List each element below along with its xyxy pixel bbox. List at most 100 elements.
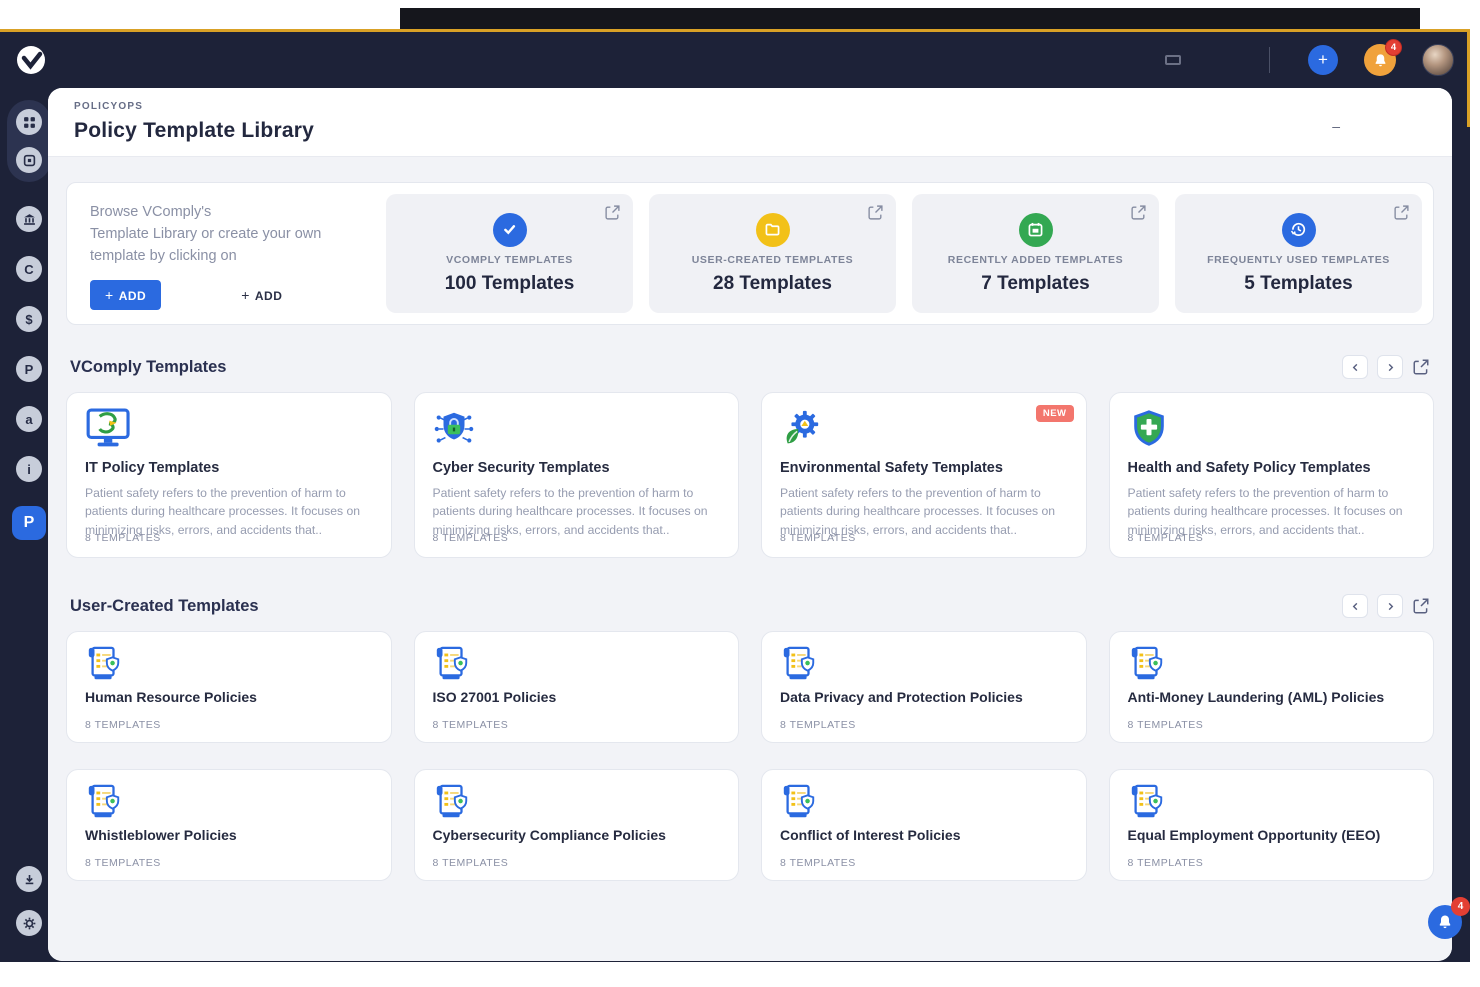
stat-card-vcomply-templates[interactable]: VCOMPLY TEMPLATES 100 Templates <box>386 194 633 313</box>
page-title: Policy Template Library <box>74 119 314 142</box>
stat-count: 100 Templates <box>444 272 575 294</box>
external-link-icon[interactable] <box>604 204 621 221</box>
add-template-secondary-button[interactable]: + ADD <box>241 287 282 303</box>
template-card-cyber-security[interactable]: Cyber Security Templates Patient safety … <box>413 392 739 558</box>
policy-document-icon <box>780 783 1068 821</box>
vcomply-section-header: VComply Templates <box>70 355 1430 379</box>
template-count: 8 TEMPLATES <box>1127 532 1204 544</box>
template-title: IT Policy Templates <box>85 460 220 476</box>
policyops-active-icon[interactable]: P <box>12 506 46 540</box>
stat-card-frequently-used-templates[interactable]: FREQUENTLY USED TEMPLATES 5 Templates <box>1175 194 1422 313</box>
stat-label: RECENTLY ADDED TEMPLATES <box>947 253 1124 266</box>
template-description: Patient safety refers to the prevention … <box>432 486 708 537</box>
template-count: 8 TEMPLATES <box>1127 857 1204 869</box>
stat-card-recently-added-templates[interactable]: RECENTLY ADDED TEMPLATES 7 Templates <box>912 194 1159 313</box>
download-icon[interactable] <box>16 866 42 892</box>
scroll-left-button[interactable] <box>1342 355 1368 379</box>
external-link-icon[interactable] <box>1130 204 1147 221</box>
intro-banner: Browse VComply's Template Library or cre… <box>66 182 1434 325</box>
page-header: POLICYOPS Policy Template Library – <box>48 88 1452 157</box>
page: + 4 C $ P a i P POLICYOPS Policy Templat… <box>0 0 1480 987</box>
health-shield-cross-icon <box>1128 408 1416 450</box>
sidebar-module-switcher <box>7 100 51 182</box>
template-count: 8 TEMPLATES <box>85 532 161 544</box>
topbar-divider <box>1269 47 1270 73</box>
user-avatar[interactable] <box>1422 44 1454 76</box>
stat-card-user-created-templates[interactable]: USER-CREATED TEMPLATES 28 Templates <box>649 194 896 313</box>
quick-add-button[interactable]: + <box>1308 45 1338 75</box>
scroll-right-button[interactable] <box>1377 594 1403 618</box>
cyber-shield-icon <box>433 408 721 450</box>
chat-badge: 4 <box>1451 897 1470 916</box>
template-title: Equal Employment Opportunity (EEO) <box>1127 827 1381 843</box>
user-template-card[interactable]: Data Privacy and Protection Policies 8 T… <box>761 631 1087 743</box>
folder-icon <box>755 212 790 247</box>
calendar-icon <box>1018 212 1053 247</box>
template-card-environmental-safety[interactable]: NEW Environmental Safety Templates Patie… <box>761 392 1087 558</box>
user-template-card[interactable]: Anti-Money Laundering (AML) Policies 8 T… <box>1108 631 1434 743</box>
projects-icon[interactable]: P <box>16 356 42 382</box>
template-description: Patient safety refers to the prevention … <box>780 486 1056 537</box>
audit-icon[interactable]: a <box>16 406 42 432</box>
template-title: Data Privacy and Protection Policies <box>780 689 1023 705</box>
template-description: Patient safety refers to the prevention … <box>85 486 361 537</box>
bank-icon[interactable] <box>16 206 42 232</box>
bell-icon <box>1439 915 1451 929</box>
scroll-left-button[interactable] <box>1342 594 1368 618</box>
user-template-card[interactable]: Conflict of Interest Policies 8 TEMPLATE… <box>761 769 1087 881</box>
settings-gear-icon[interactable] <box>16 910 42 936</box>
template-title: Whistleblower Policies <box>85 827 237 843</box>
breadcrumb: POLICYOPS <box>74 101 144 112</box>
new-badge: NEW <box>1035 405 1074 422</box>
user-template-card[interactable]: Human Resource Policies 8 TEMPLATES <box>66 631 392 743</box>
user-template-grid: Human Resource Policies 8 TEMPLATES ISO … <box>66 631 1434 881</box>
external-link-icon[interactable] <box>1412 597 1430 615</box>
add-template-button[interactable]: + ADD <box>90 280 162 311</box>
info-icon[interactable]: i <box>16 456 42 482</box>
user-template-card[interactable]: Cybersecurity Compliance Policies 8 TEMP… <box>413 769 739 881</box>
section-title: VComply Templates <box>70 357 227 376</box>
page-content: Browse VComply's Template Library or cre… <box>48 157 1452 961</box>
window-dash: – <box>1332 118 1340 134</box>
external-link-icon[interactable] <box>1393 204 1410 221</box>
template-card-it-policy[interactable]: IT Policy Templates Patient safety refer… <box>66 392 392 558</box>
it-monitor-icon <box>85 408 373 450</box>
stat-label: USER-CREATED TEMPLATES <box>691 253 854 266</box>
external-link-icon[interactable] <box>867 204 884 221</box>
template-title: ISO 27001 Policies <box>432 689 557 705</box>
template-card-health-safety[interactable]: Health and Safety Policy Templates Patie… <box>1108 392 1434 558</box>
policy-document-icon <box>1128 645 1416 683</box>
user-template-card[interactable]: ISO 27001 Policies 8 TEMPLATES <box>413 631 739 743</box>
policy-document-icon <box>85 645 373 683</box>
background-window-strip <box>400 8 1420 30</box>
external-link-icon[interactable] <box>1412 358 1430 376</box>
apps-grid-icon[interactable] <box>16 109 42 135</box>
scroll-right-button[interactable] <box>1377 355 1403 379</box>
vcomply-template-grid: IT Policy Templates Patient safety refer… <box>66 392 1434 558</box>
currency-icon[interactable]: $ <box>16 306 42 332</box>
vcomply-logo-icon <box>17 46 45 74</box>
policy-document-icon <box>433 783 721 821</box>
template-count: 8 TEMPLATES <box>432 857 509 869</box>
compliance-icon[interactable]: C <box>16 256 42 282</box>
chat-widget-button[interactable]: 4 <box>1428 897 1470 939</box>
template-count: 8 TEMPLATES <box>432 532 509 544</box>
notification-count-badge: 4 <box>1385 39 1402 56</box>
template-title: Conflict of Interest Policies <box>780 827 961 843</box>
stat-label: FREQUENTLY USED TEMPLATES <box>1207 253 1390 266</box>
user-section-header: User-Created Templates <box>70 594 1430 618</box>
bell-icon <box>1375 53 1385 66</box>
frames-icon[interactable] <box>16 147 42 173</box>
user-template-card[interactable]: Equal Employment Opportunity (EEO) 8 TEM… <box>1108 769 1434 881</box>
user-template-card[interactable]: Whistleblower Policies 8 TEMPLATES <box>66 769 392 881</box>
policy-document-icon <box>1128 783 1416 821</box>
template-count: 8 TEMPLATES <box>432 719 509 731</box>
history-icon <box>1281 212 1316 247</box>
notifications-button[interactable]: 4 <box>1364 39 1402 76</box>
template-count: 8 TEMPLATES <box>780 719 856 731</box>
template-description: Patient safety refers to the prevention … <box>1127 486 1403 537</box>
banner-text-block: Browse VComply's Template Library or cre… <box>78 194 370 313</box>
template-title: Anti-Money Laundering (AML) Policies <box>1127 689 1385 705</box>
stat-count: 7 Templates <box>981 272 1090 294</box>
main-panel: POLICYOPS Policy Template Library – Brow… <box>48 88 1452 961</box>
